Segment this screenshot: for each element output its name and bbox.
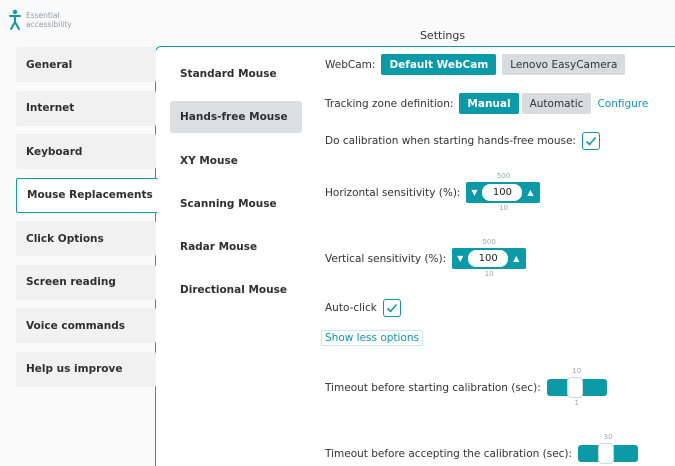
tracking-manual-button[interactable]: Manual (459, 93, 519, 114)
horizontal-max-label: 500 (496, 172, 511, 180)
category-keyboard[interactable]: Keyboard (16, 134, 156, 169)
category-click-options[interactable]: Click Options (16, 221, 156, 256)
horizontal-sensitivity-row: Horizontal sensitivity (%): 500 ▼ 100 ▲ … (325, 172, 541, 212)
increment-icon[interactable]: ▲ (508, 254, 524, 263)
mouse-type-directional[interactable]: Directional Mouse (170, 274, 302, 306)
vertical-sensitivity-row: Vertical sensitivity (%): 500 ▼ 100 ▲ 10 (325, 238, 527, 278)
timeout-start-knob[interactable] (566, 377, 583, 398)
timeout-start-max-label: 10 (572, 367, 582, 375)
accessibility-logo-icon (9, 9, 21, 30)
tracking-zone-label: Tracking zone definition: (325, 97, 454, 110)
tracking-zone-row: Tracking zone definition: Manual Automat… (325, 93, 648, 114)
autoclick-checkbox[interactable] (382, 299, 401, 317)
checkmark-icon (386, 303, 397, 313)
category-help-us-improve[interactable]: Help us improve (16, 351, 156, 387)
calibration-start-checkbox[interactable] (581, 132, 600, 150)
show-less-options-link[interactable]: Show less options (321, 330, 423, 346)
vertical-sensitivity-stepper: 500 ▼ 100 ▲ 10 (452, 238, 527, 278)
horizontal-sensitivity-stepper: 500 ▼ 100 ▲ 10 (466, 172, 541, 212)
decrement-icon[interactable]: ▼ (452, 254, 468, 263)
mouse-type-standard[interactable]: Standard Mouse (170, 58, 302, 90)
mouse-type-list: Standard Mouse Hands-free Mouse XY Mouse… (170, 58, 302, 318)
webcam-default-button[interactable]: Default WebCam (381, 54, 497, 75)
tracking-automatic-button[interactable]: Automatic (521, 93, 592, 114)
timeout-start-min-label: 1 (574, 399, 579, 407)
webcam-label: WebCam: (325, 58, 376, 71)
increment-icon[interactable]: ▲ (522, 188, 538, 197)
decrement-icon[interactable]: ▼ (466, 188, 482, 197)
horizontal-sensitivity-label: Horizontal sensitivity (%): (325, 186, 461, 199)
mouse-type-hands-free[interactable]: Hands-free Mouse (170, 101, 302, 134)
page-title: Settings (419, 29, 466, 42)
mouse-type-xy[interactable]: XY Mouse (170, 145, 302, 177)
checkmark-icon (585, 136, 597, 146)
timeout-accept-label: Timeout before accepting the calibration… (325, 447, 573, 460)
mouse-type-radar[interactable]: Radar Mouse (170, 231, 302, 263)
category-screen-reading[interactable]: Screen reading (16, 264, 156, 300)
timeout-start-label: Timeout before starting calibration (sec… (325, 381, 541, 394)
category-mouse-replacements[interactable]: Mouse Replacements (16, 177, 158, 213)
timeout-start-slider[interactable]: 10 1 (546, 367, 607, 407)
timeout-accept-knob[interactable] (598, 443, 615, 464)
category-voice-commands[interactable]: Voice commands (16, 308, 156, 343)
app-logo: Essential accessibility (8, 9, 96, 31)
timeout-accept-row: Timeout before accepting the calibration… (325, 433, 639, 464)
horizontal-min-label: 10 (499, 204, 508, 212)
calibration-start-label: Do calibration when starting hands-free … (325, 135, 576, 147)
autoclick-label: Auto-click (325, 302, 377, 314)
vertical-sensitivity-label: Vertical sensitivity (%): (325, 252, 447, 265)
timeout-start-row: Timeout before starting calibration (sec… (325, 367, 607, 407)
webcam-lenovo-button[interactable]: Lenovo EasyCamera (502, 54, 626, 75)
timeout-accept-slider[interactable]: 30 (578, 433, 639, 464)
calibration-start-row: Do calibration when starting hands-free … (325, 132, 600, 150)
category-general[interactable]: General (16, 47, 156, 82)
category-list: General Internet Keyboard Mouse Replacem… (16, 47, 158, 395)
logo-text: Essential accessibility (26, 11, 72, 29)
category-internet[interactable]: Internet (16, 90, 156, 126)
horizontal-sensitivity-value[interactable]: 100 (482, 184, 523, 201)
mouse-type-scanning[interactable]: Scanning Mouse (170, 188, 302, 220)
vertical-max-label: 500 (482, 238, 496, 246)
autoclick-row: Auto-click (325, 299, 401, 317)
configure-link[interactable]: Configure (597, 98, 648, 110)
webcam-row: WebCam: Default WebCam Lenovo EasyCamera (325, 54, 626, 75)
vertical-min-label: 10 (484, 270, 494, 278)
timeout-accept-max-label: 30 (603, 433, 613, 441)
vertical-sensitivity-value[interactable]: 100 (468, 250, 509, 267)
